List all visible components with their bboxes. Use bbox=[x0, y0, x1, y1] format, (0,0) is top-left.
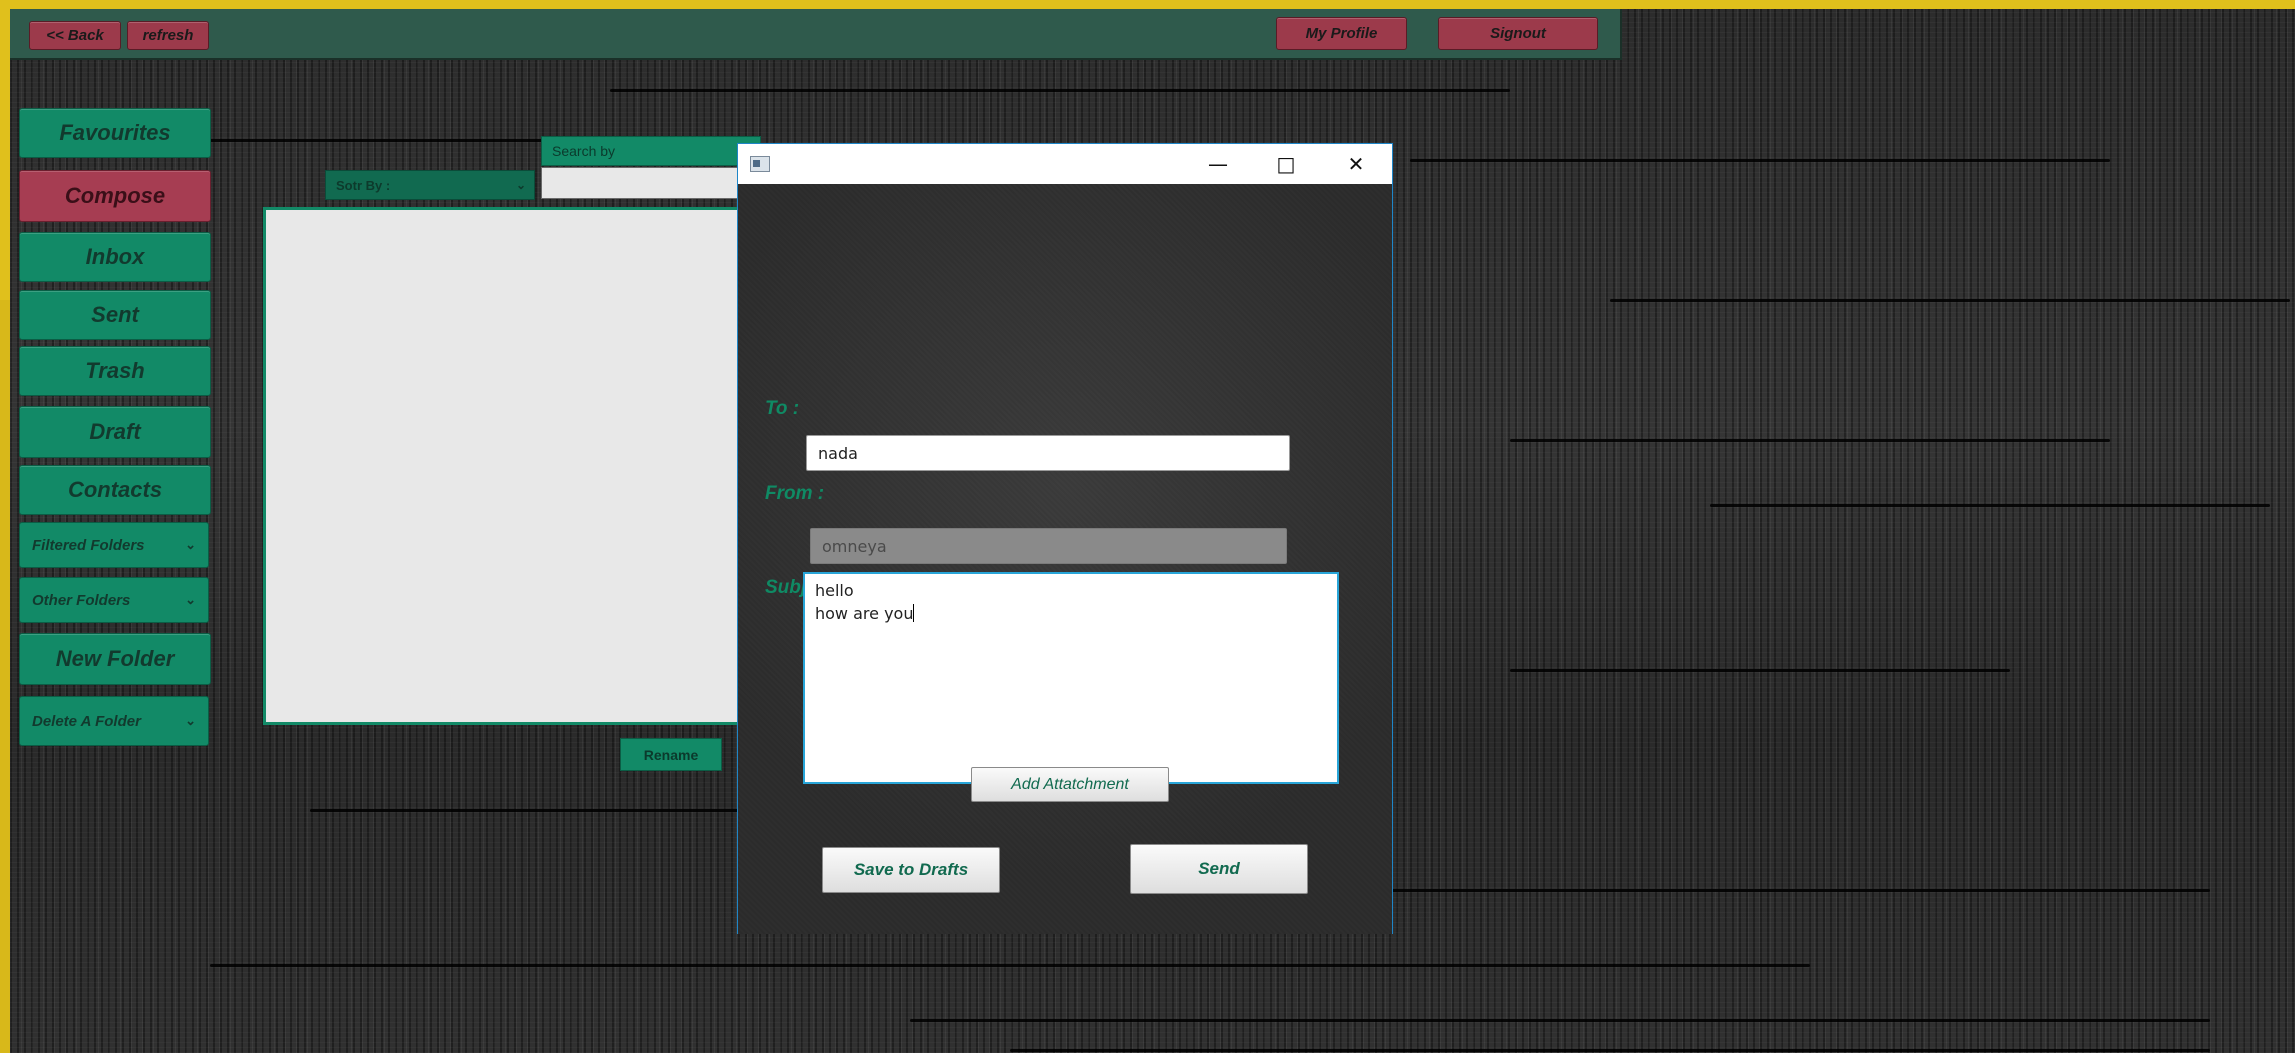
sort-by-label: Sotr By : bbox=[336, 177, 391, 193]
sidebar-item-sent[interactable]: Sent bbox=[19, 290, 211, 340]
rename-button[interactable]: Rename bbox=[620, 738, 722, 771]
signout-button[interactable]: Signout bbox=[1438, 17, 1598, 50]
add-attachment-button[interactable]: Add Attatchment bbox=[971, 767, 1169, 802]
search-by-label: Search by bbox=[552, 143, 616, 159]
dialog-titlebar[interactable]: — □ ✕ bbox=[738, 144, 1392, 184]
sidebar-item-favourites[interactable]: Favourites bbox=[19, 108, 211, 158]
compose-form: To : nada From : omneya Subject : one he… bbox=[738, 184, 1392, 934]
sidebar-item-contacts[interactable]: Contacts bbox=[19, 465, 211, 515]
chevron-down-icon: ⌄ bbox=[185, 713, 196, 728]
chevron-down-icon: ⌄ bbox=[185, 592, 196, 607]
chevron-down-icon: ⌄ bbox=[515, 178, 526, 192]
search-by-dropdown[interactable]: Search by bbox=[541, 136, 761, 166]
sort-by-dropdown[interactable]: Sotr By : ⌄ bbox=[325, 170, 535, 200]
search-input[interactable] bbox=[541, 167, 761, 199]
window-edge-strip bbox=[0, 300, 10, 1053]
sidebar-item-inbox[interactable]: Inbox bbox=[19, 232, 211, 282]
delete-folder-label: Delete A Folder bbox=[32, 712, 141, 730]
chevron-down-icon: ⌄ bbox=[185, 537, 196, 552]
compose-dialog: — □ ✕ To : nada From : omneya Subject : … bbox=[737, 143, 1393, 934]
top-bar: << Back refresh My Profile Signout bbox=[10, 9, 1622, 60]
body-line-1: hello bbox=[815, 581, 854, 600]
sidebar-item-draft[interactable]: Draft bbox=[19, 406, 211, 458]
back-button[interactable]: << Back bbox=[29, 21, 121, 50]
save-to-drafts-button[interactable]: Save to Drafts bbox=[822, 847, 1000, 893]
to-field[interactable]: nada bbox=[806, 435, 1290, 471]
minimize-icon[interactable]: — bbox=[1184, 144, 1252, 184]
other-folders-dropdown[interactable]: Other Folders ⌄ bbox=[19, 577, 209, 623]
delete-folder-dropdown[interactable]: Delete A Folder ⌄ bbox=[19, 696, 209, 746]
filtered-folders-label: Filtered Folders bbox=[32, 536, 145, 554]
my-profile-button[interactable]: My Profile bbox=[1276, 17, 1407, 50]
maximize-icon[interactable]: □ bbox=[1252, 144, 1320, 184]
body-line-2: how are you bbox=[815, 604, 914, 623]
to-label: To : bbox=[765, 398, 800, 419]
sidebar-item-compose[interactable]: Compose bbox=[19, 170, 211, 222]
other-folders-label: Other Folders bbox=[32, 591, 131, 609]
send-button[interactable]: Send bbox=[1130, 844, 1308, 894]
text-caret bbox=[913, 604, 915, 622]
close-icon[interactable]: ✕ bbox=[1322, 144, 1390, 184]
sidebar-item-new-folder[interactable]: New Folder bbox=[19, 633, 211, 685]
refresh-button[interactable]: refresh bbox=[127, 21, 209, 50]
mail-list[interactable] bbox=[263, 207, 743, 725]
message-body-textarea[interactable]: hello how are you bbox=[803, 572, 1339, 784]
filtered-folders-dropdown[interactable]: Filtered Folders ⌄ bbox=[19, 522, 209, 568]
from-label: From : bbox=[765, 483, 825, 504]
sidebar-item-trash[interactable]: Trash bbox=[19, 346, 211, 396]
from-field: omneya bbox=[810, 528, 1287, 564]
app-window-icon bbox=[750, 156, 770, 172]
